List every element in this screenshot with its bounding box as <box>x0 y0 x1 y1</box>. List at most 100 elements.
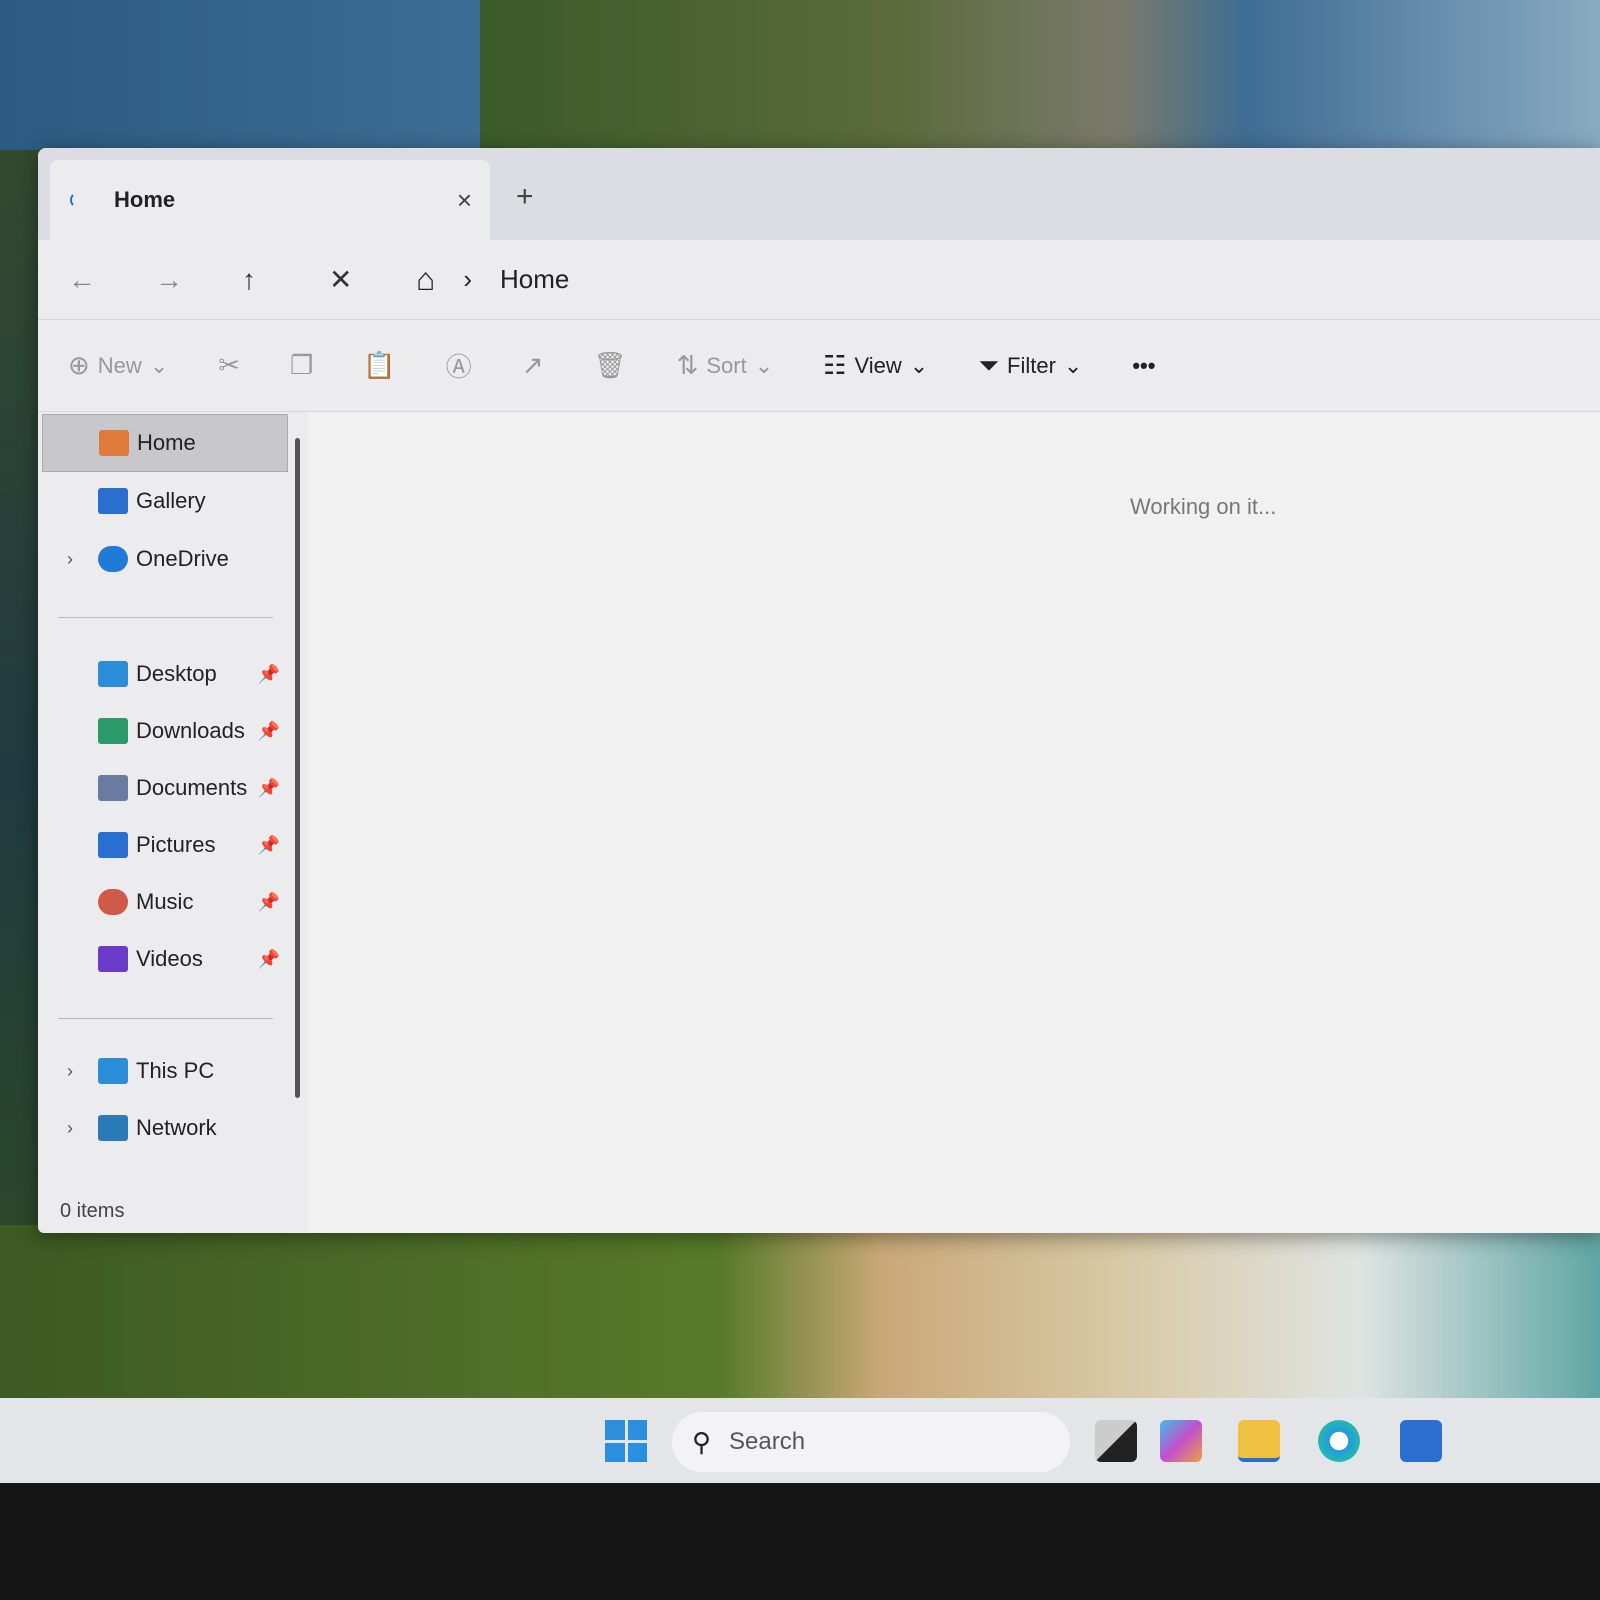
pin-icon: 📌 <box>257 948 280 969</box>
sidebar-item-label: Music <box>136 889 194 914</box>
sidebar-item-label: Desktop <box>136 661 217 686</box>
new-button[interactable]: ⊕ New ⌄ <box>68 350 168 381</box>
rename-button[interactable]: Ⓐ <box>446 347 472 384</box>
sidebar-item-label: Downloads <box>136 718 245 743</box>
task-view-icon[interactable] <box>1095 1420 1137 1462</box>
download-icon <box>98 718 128 744</box>
loading-message: Working on it... <box>1130 494 1277 519</box>
forward-button[interactable]: → <box>155 264 242 296</box>
home-icon[interactable]: ⌂ <box>416 261 435 298</box>
share-icon: ↗ <box>521 350 544 380</box>
chevron-down-icon: ⌄ <box>149 352 169 378</box>
copy-button[interactable]: ❐ <box>290 350 313 381</box>
sidebar-item-label: OneDrive <box>136 546 229 571</box>
wallpaper-sea <box>0 0 1600 170</box>
taskbar: ⚲ Search <box>0 1398 1600 1483</box>
navigation-pane-scrollbar[interactable] <box>295 438 300 1098</box>
view-button[interactable]: ☷ View ⌄ <box>823 350 928 381</box>
sidebar-item-videos[interactable]: Videos 📌 <box>42 930 288 988</box>
store-icon[interactable] <box>1400 1420 1442 1462</box>
plus-circle-icon: ⊕ <box>68 350 90 380</box>
taskbar-search-box[interactable]: ⚲ Search <box>672 1412 1070 1472</box>
network-icon <box>98 1115 128 1141</box>
sidebar-item-home[interactable]: Home <box>42 414 288 472</box>
new-tab-button[interactable]: + <box>516 180 534 214</box>
view-icon: ☷ <box>823 350 847 380</box>
sidebar-item-documents[interactable]: Documents 📌 <box>42 759 288 817</box>
pin-icon: 📌 <box>257 777 280 798</box>
command-bar: ⊕ New ⌄ ✂ ❐ 📋 Ⓐ ↗ 🗑 ⇅ Sort ⌄ ☷ View ⌄ ⏷ Filter ⌄… <box>38 320 1600 412</box>
copy-icon: ❐ <box>290 350 314 380</box>
sidebar-item-label: Videos <box>136 946 203 971</box>
trash-icon: 🗑 <box>593 350 627 380</box>
gallery-icon <box>98 488 128 514</box>
expand-chevron-icon[interactable]: › <box>42 1061 98 1082</box>
navigation-bar: ← → ↑ ✕ ⌂ › Home <box>38 240 1600 320</box>
tab-home[interactable]: Home × <box>50 160 490 240</box>
music-icon <box>98 889 128 915</box>
sort-button[interactable]: ⇅ Sort ⌄ <box>677 350 774 381</box>
paste-button[interactable]: 📋 <box>363 350 395 381</box>
tab-bar: Home × + <box>38 148 1600 240</box>
file-explorer-icon[interactable] <box>1238 1420 1280 1462</box>
sidebar-item-gallery[interactable]: Gallery <box>42 472 288 530</box>
windows-start-button[interactable] <box>605 1420 647 1462</box>
copilot-icon[interactable] <box>1160 1420 1202 1462</box>
sidebar-item-pictures[interactable]: Pictures 📌 <box>42 816 288 874</box>
close-tab-button[interactable]: × <box>457 185 472 216</box>
sidebar-item-desktop[interactable]: Desktop 📌 <box>42 645 288 703</box>
sidebar-item-downloads[interactable]: Downloads 📌 <box>42 702 288 760</box>
documents-icon <box>98 775 128 801</box>
breadcrumb-home[interactable]: Home <box>500 264 569 295</box>
sidebar-item-label: Pictures <box>136 832 216 857</box>
new-label: New <box>97 352 142 378</box>
sidebar-item-label: This PC <box>136 1058 215 1083</box>
more-options-button[interactable]: ••• <box>1132 353 1155 379</box>
expand-chevron-icon[interactable]: › <box>42 549 98 570</box>
pin-icon: 📌 <box>257 891 280 912</box>
chevron-right-icon: › <box>463 264 472 294</box>
share-button[interactable]: ↗ <box>522 350 544 381</box>
navigation-pane: Home Gallery › OneDrive Desktop 📌 Download… <box>38 412 298 1183</box>
loading-spinner-icon <box>70 192 86 208</box>
sidebar-item-label: Network <box>136 1115 217 1140</box>
sidebar-item-music[interactable]: Music 📌 <box>42 873 288 931</box>
sort-icon: ⇅ <box>676 350 699 380</box>
sidebar-item-label: Gallery <box>136 488 206 513</box>
filter-icon: ⏷ <box>978 349 1000 380</box>
stop-button[interactable]: ✕ <box>329 263 416 296</box>
view-label: View <box>854 352 902 378</box>
delete-button[interactable]: 🗑 <box>594 350 627 381</box>
videos-icon <box>98 946 128 972</box>
pin-icon: 📌 <box>257 663 280 684</box>
search-placeholder: Search <box>729 1428 806 1455</box>
search-icon: ⚲ <box>692 1426 712 1457</box>
ellipsis-icon: ••• <box>1132 352 1156 378</box>
wallpaper-beach <box>0 1225 1600 1405</box>
edge-icon[interactable] <box>1318 1420 1360 1462</box>
cut-button[interactable]: ✂ <box>218 350 240 381</box>
filter-label: Filter <box>1007 352 1056 378</box>
this-pc-icon <box>98 1058 128 1084</box>
sidebar-item-onedrive[interactable]: › OneDrive <box>42 530 288 588</box>
monitor-bezel <box>0 1483 1600 1600</box>
breadcrumb[interactable]: ⌂ › Home <box>416 261 569 298</box>
desktop-icon <box>98 661 128 687</box>
content-area: Working on it... <box>308 412 1600 1233</box>
pin-icon: 📌 <box>257 720 280 741</box>
chevron-down-icon: ⌄ <box>1063 352 1083 378</box>
divider <box>58 617 273 618</box>
sidebar-item-network[interactable]: › Network <box>42 1099 288 1157</box>
up-button[interactable]: ↑ <box>242 264 329 296</box>
chevron-down-icon: ⌄ <box>754 352 774 378</box>
pictures-icon <box>98 832 128 858</box>
pin-icon: 📌 <box>257 834 280 855</box>
sidebar-item-label: Home <box>137 430 196 455</box>
sidebar-item-this-pc[interactable]: › This PC <box>42 1042 288 1100</box>
back-button[interactable]: ← <box>68 264 155 296</box>
filter-button[interactable]: ⏷ Filter ⌄ <box>978 350 1082 382</box>
chevron-down-icon: ⌄ <box>909 352 929 378</box>
wallpaper-cliff <box>0 150 40 1400</box>
expand-chevron-icon[interactable]: › <box>42 1118 98 1139</box>
sort-label: Sort <box>706 352 747 378</box>
